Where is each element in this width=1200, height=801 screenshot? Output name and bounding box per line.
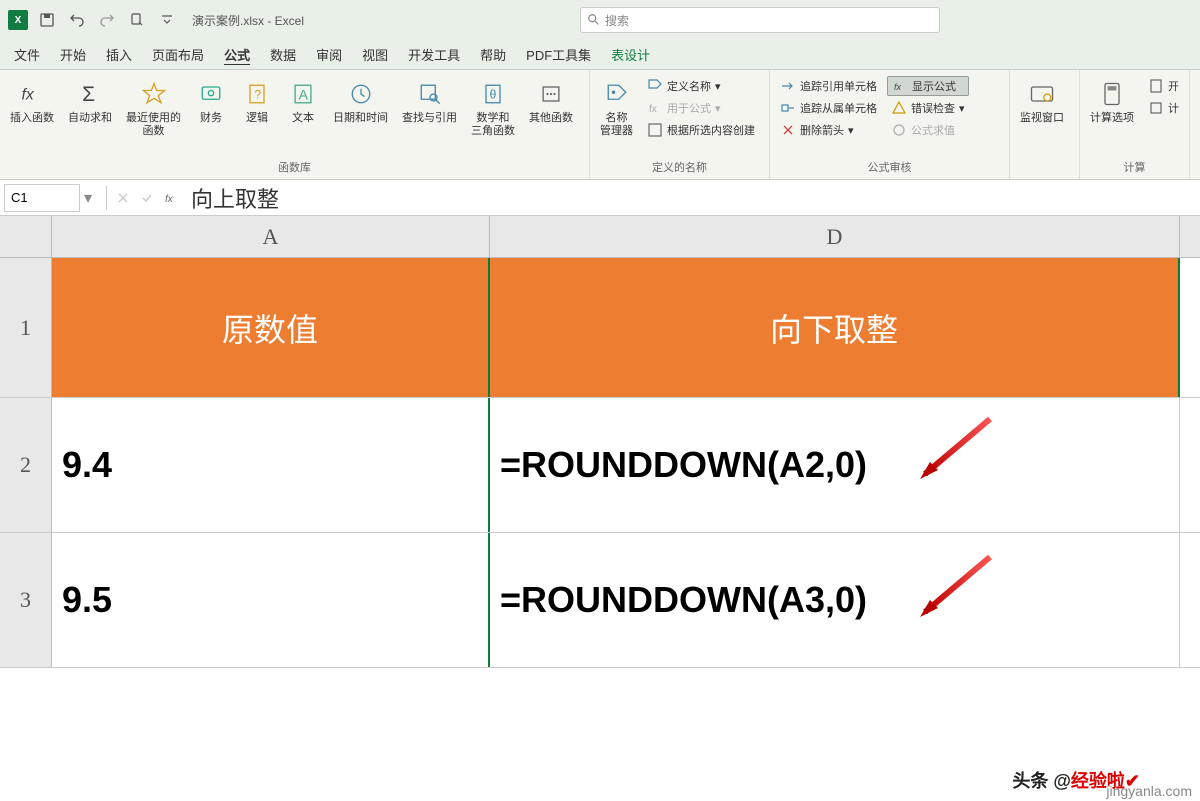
row-header-2[interactable]: 2 <box>0 398 52 532</box>
tab-pdf[interactable]: PDF工具集 <box>516 40 601 70</box>
theta-icon: θ <box>477 78 509 110</box>
svg-text:θ: θ <box>490 87 497 101</box>
tab-file[interactable]: 文件 <box>4 40 50 70</box>
show-formulas-button[interactable]: fx显示公式 <box>887 76 969 96</box>
tab-table-design[interactable]: 表设计 <box>601 40 660 70</box>
search-icon <box>414 78 446 110</box>
redo-button[interactable] <box>96 9 118 31</box>
watermark-url: jingyanla.com <box>1106 783 1192 799</box>
logical-button[interactable]: ? 逻辑 <box>235 74 279 157</box>
qat-dropdown[interactable] <box>156 9 178 31</box>
eval-formula-button: 公式求值 <box>887 120 969 140</box>
row-header-3[interactable]: 3 <box>0 533 52 667</box>
tab-review[interactable]: 审阅 <box>306 40 352 70</box>
select-all-corner[interactable] <box>0 216 52 257</box>
row-3: 3 9.5 =ROUNDDOWN(A3,0) <box>0 533 1200 668</box>
cell-d1[interactable]: 向下取整 <box>490 258 1180 397</box>
svg-text:fx: fx <box>894 82 902 92</box>
cell-d2[interactable]: =ROUNDDOWN(A2,0) <box>490 398 1180 532</box>
fx-icon: fx <box>16 78 48 110</box>
search-box[interactable]: 搜索 <box>580 7 940 33</box>
svg-text:A: A <box>299 86 309 102</box>
tab-insert[interactable]: 插入 <box>96 40 142 70</box>
window-title: 演示案例.xlsx - Excel <box>192 12 304 29</box>
spreadsheet-grid: A D 1 原数值 向下取整 2 9.4 =ROUNDDOWN(A2,0) 3 … <box>0 216 1200 668</box>
lookup-button[interactable]: 查找与引用 <box>396 74 463 157</box>
fx-button[interactable]: fx <box>159 191 183 205</box>
other-functions-button[interactable]: 其他函数 <box>523 74 579 157</box>
math-button[interactable]: θ 数学和 三角函数 <box>465 74 521 157</box>
svg-text:Σ: Σ <box>82 83 95 106</box>
calculator-icon <box>1096 78 1128 110</box>
create-from-selection-button[interactable]: 根据所选内容创建 <box>643 120 759 140</box>
name-box[interactable]: C1 <box>4 184 80 212</box>
money-icon <box>195 78 227 110</box>
define-name-button[interactable]: 定义名称▾ <box>643 76 759 96</box>
calc-sheet-button[interactable]: 计 <box>1144 98 1183 118</box>
tab-data[interactable]: 数据 <box>260 40 306 70</box>
insert-function-button[interactable]: fx 插入函数 <box>4 74 60 157</box>
touch-mode-button[interactable] <box>126 9 148 31</box>
ribbon-tabs: 文件 开始 插入 页面布局 公式 数据 审阅 视图 开发工具 帮助 PDF工具集… <box>0 40 1200 70</box>
cell-a3[interactable]: 9.5 <box>52 533 490 667</box>
tab-home[interactable]: 开始 <box>50 40 96 70</box>
cell-d3[interactable]: =ROUNDDOWN(A3,0) <box>490 533 1180 667</box>
svg-text:?: ? <box>254 87 261 101</box>
excel-icon: X <box>8 10 28 30</box>
clock-icon <box>345 78 377 110</box>
financial-button[interactable]: 财务 <box>189 74 233 157</box>
tag-icon <box>601 78 633 110</box>
formula-input[interactable]: 向上取整 <box>183 182 1200 214</box>
formula-bar: C1 ▾ fx 向上取整 <box>0 180 1200 216</box>
datetime-button[interactable]: 日期和时间 <box>327 74 394 157</box>
col-header-a[interactable]: A <box>52 216 490 257</box>
use-formula-button: fx用于公式▾ <box>643 98 759 118</box>
text-button[interactable]: A 文本 <box>281 74 325 157</box>
ribbon: fx 插入函数 Σ 自动求和 最近使用的 函数 财务 ? 逻辑 A 文本 <box>0 70 1200 180</box>
recent-functions-button[interactable]: 最近使用的 函数 <box>120 74 187 157</box>
error-check-button[interactable]: 错误检查▾ <box>887 98 969 118</box>
sigma-icon: Σ <box>74 78 106 110</box>
calc-now-button[interactable]: 开 <box>1144 76 1183 96</box>
tab-formulas[interactable]: 公式 <box>214 40 260 70</box>
watch-window-icon <box>1026 78 1058 110</box>
svg-text:fx: fx <box>165 194 174 205</box>
lib-group-label: 函数库 <box>4 157 585 177</box>
svg-text:fx: fx <box>22 86 35 103</box>
watch-window-button[interactable]: 监视窗口 <box>1014 74 1070 173</box>
cancel-edit-icon <box>111 191 135 205</box>
undo-button[interactable] <box>66 9 88 31</box>
search-placeholder: 搜索 <box>605 12 629 29</box>
name-box-dropdown[interactable]: ▾ <box>84 188 102 208</box>
autosum-button[interactable]: Σ 自动求和 <box>62 74 118 157</box>
column-headers: A D <box>0 216 1200 258</box>
cell-a2[interactable]: 9.4 <box>52 398 490 532</box>
name-manager-button[interactable]: 名称 管理器 <box>594 74 639 157</box>
calc-options-button[interactable]: 计算选项 <box>1084 74 1140 157</box>
save-button[interactable] <box>36 9 58 31</box>
svg-text:fx: fx <box>649 104 657 115</box>
letter-a-icon: A <box>287 78 319 110</box>
row-header-1[interactable]: 1 <box>0 258 52 397</box>
tab-layout[interactable]: 页面布局 <box>142 40 214 70</box>
question-icon: ? <box>241 78 273 110</box>
calc-group-label: 计算 <box>1084 157 1185 177</box>
names-group-label: 定义的名称 <box>594 157 765 177</box>
row-2: 2 9.4 =ROUNDDOWN(A2,0) <box>0 398 1200 533</box>
titlebar: X 演示案例.xlsx - Excel 搜索 <box>0 0 1200 40</box>
cell-a1[interactable]: 原数值 <box>52 258 490 397</box>
trace-dependents-button[interactable]: 追踪从属单元格 <box>776 98 881 118</box>
tab-help[interactable]: 帮助 <box>470 40 516 70</box>
dots-icon <box>535 78 567 110</box>
trace-precedents-button[interactable]: 追踪引用单元格 <box>776 76 881 96</box>
tab-view[interactable]: 视图 <box>352 40 398 70</box>
remove-arrows-button[interactable]: 删除箭头▾ <box>776 120 881 140</box>
tab-developer[interactable]: 开发工具 <box>398 40 470 70</box>
confirm-edit-icon <box>135 191 159 205</box>
col-header-d[interactable]: D <box>490 216 1180 257</box>
row-1: 1 原数值 向下取整 <box>0 258 1200 398</box>
star-icon <box>138 78 170 110</box>
audit-group-label: 公式审核 <box>774 157 1005 177</box>
